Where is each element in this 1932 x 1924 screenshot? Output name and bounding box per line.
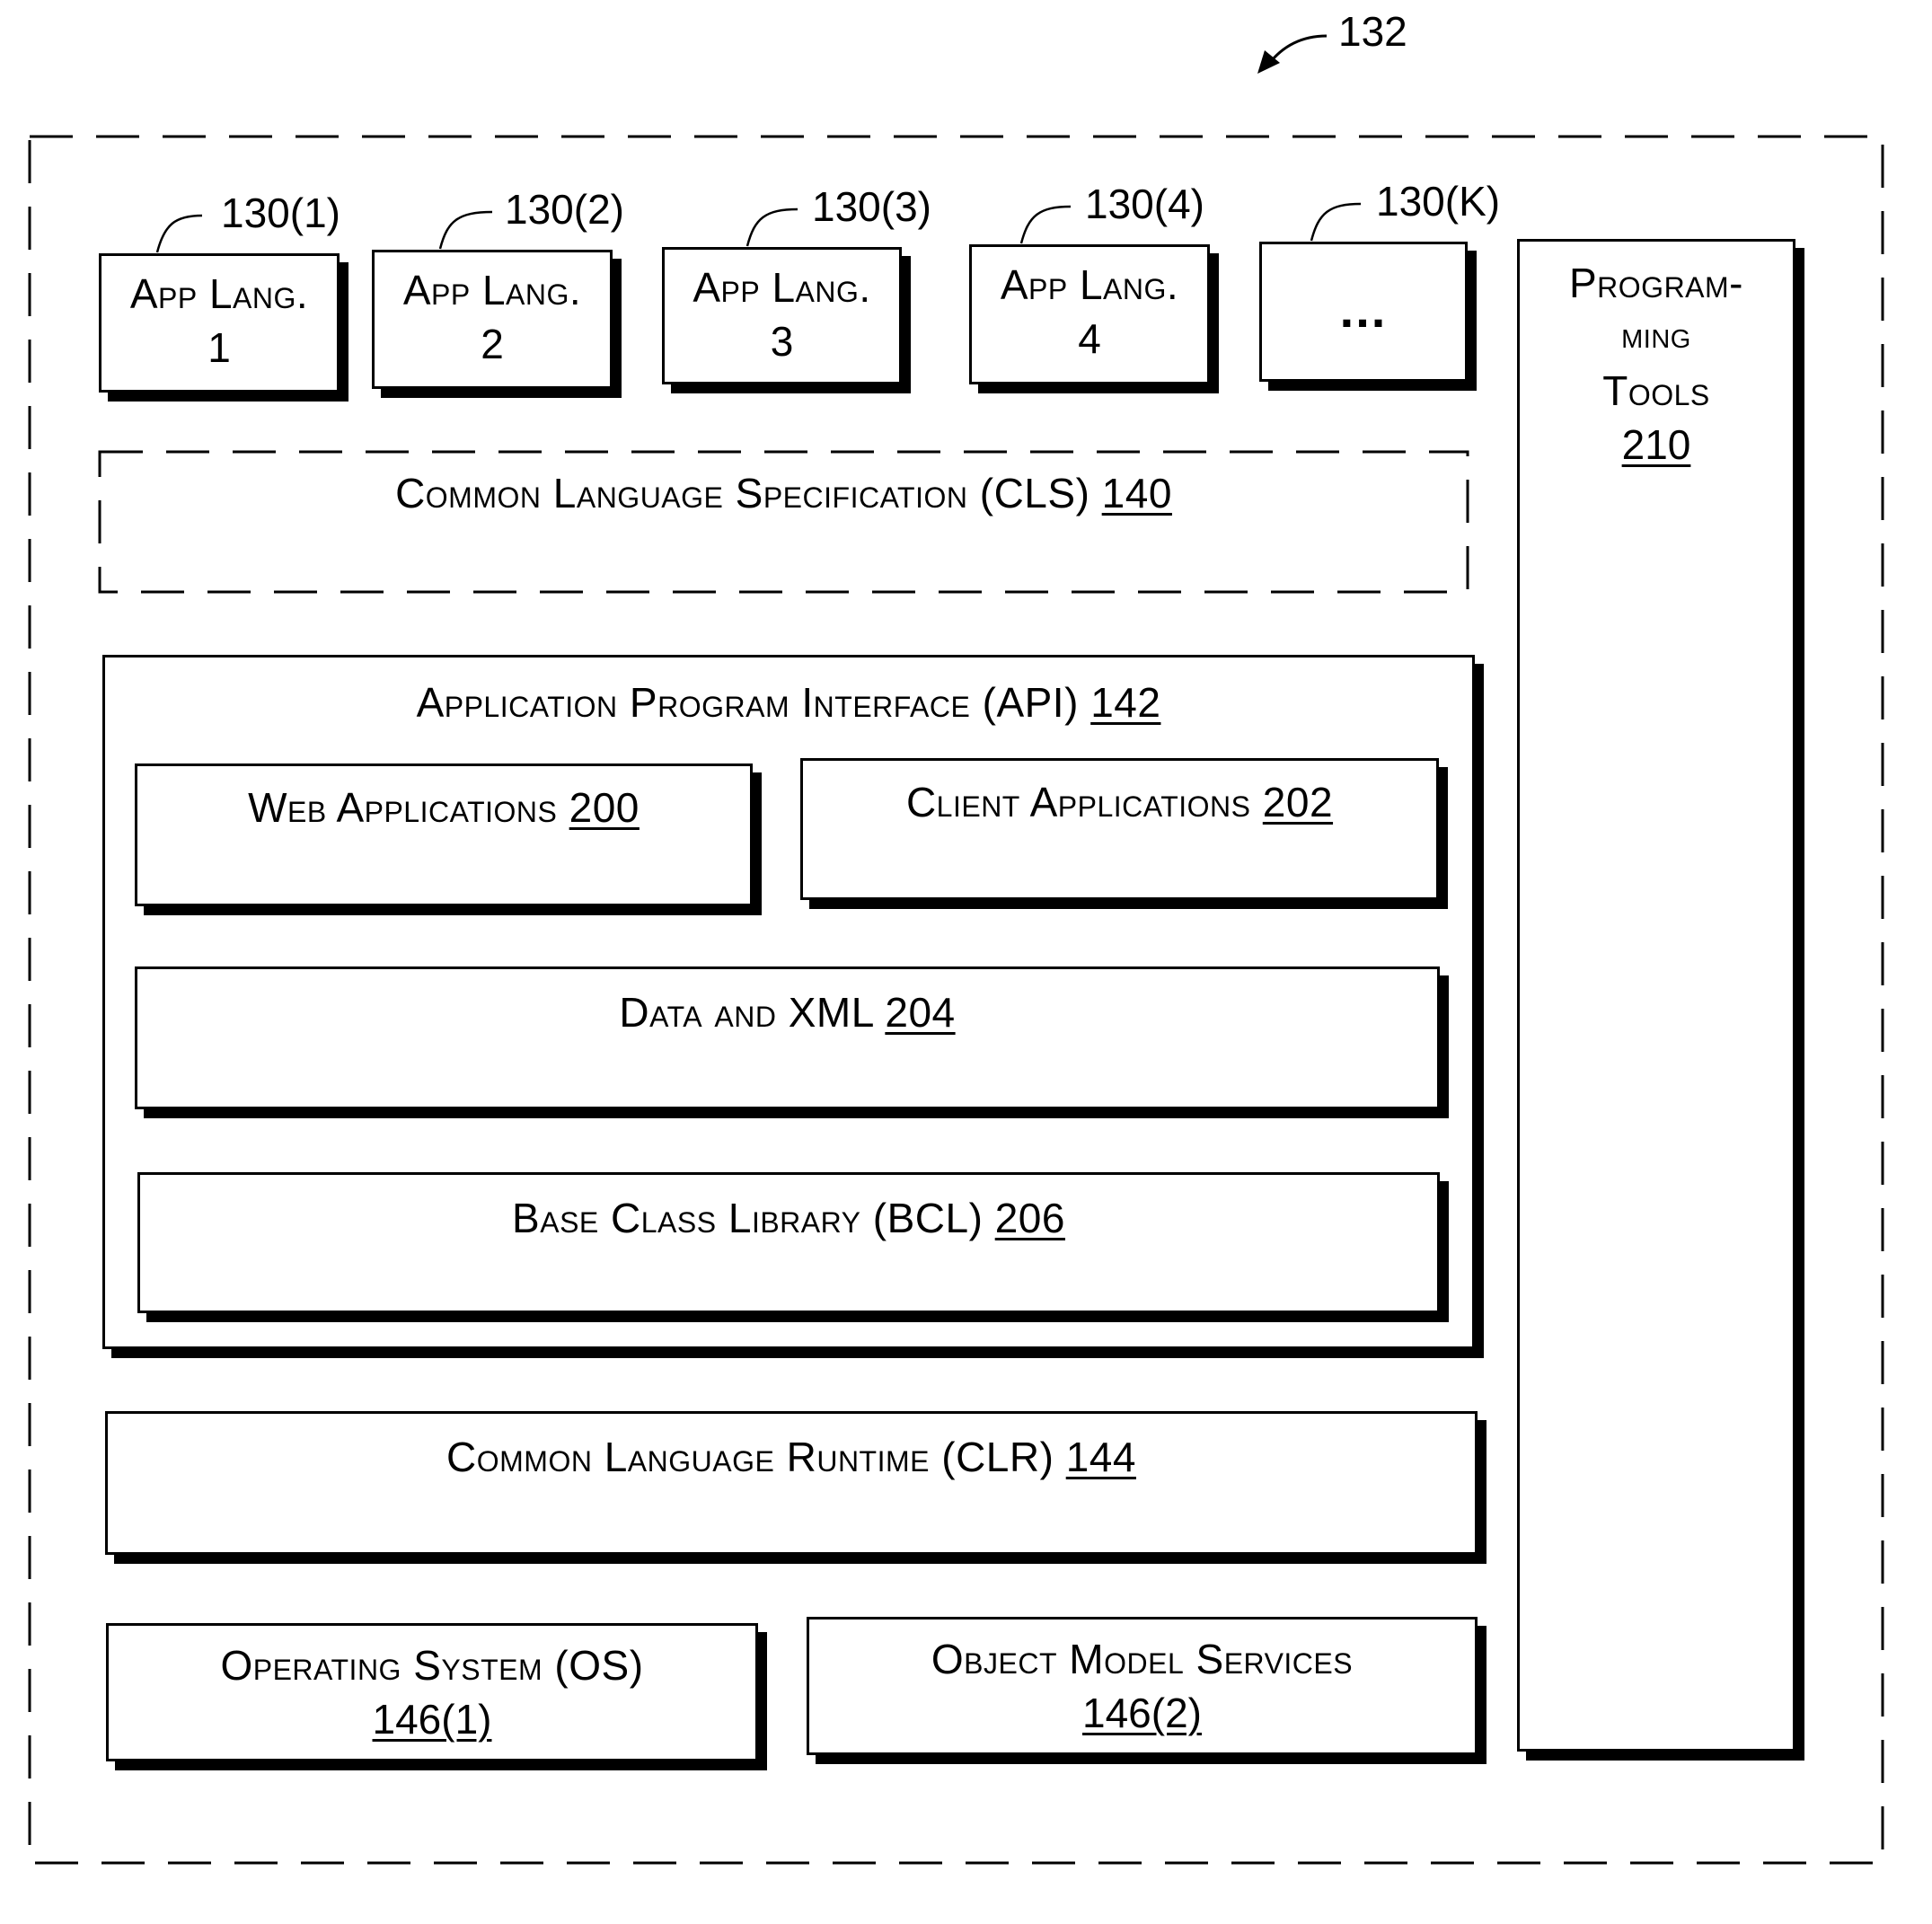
data-xml-ref: 204 [885,989,956,1036]
app-lang-box-2[interactable]: App Lang. 2 [372,250,613,389]
leader-line-130-3 [745,207,798,247]
figure-ref-arrow [1266,34,1328,66]
app-lang-box-4[interactable]: App Lang. 4 [969,244,1210,384]
data-xml-box[interactable]: Data and XML 204 [135,966,1440,1109]
object-model-services-box[interactable]: Object Model Services 146(2) [807,1617,1478,1755]
operating-system-label: Operating System (OS) [220,1642,644,1689]
app-lang-box-number: 3 [770,318,794,365]
object-model-services-label: Object Model Services [931,1636,1354,1682]
api-label: Application Program Interface (API) [416,679,1079,726]
app-lang-box-label: App Lang. [402,267,582,313]
data-xml-label: Data and XML [619,989,874,1036]
web-applications-ref: 200 [569,784,640,831]
clr-label: Common Language Runtime (CLR) [446,1434,1054,1480]
app-lang-box-number: 4 [1078,315,1101,362]
app-lang-box-label: App Lang. [693,264,871,311]
client-applications-box[interactable]: Client Applications 202 [800,758,1439,900]
app-lang-box-1[interactable]: App Lang. 1 [99,253,340,393]
ellipsis-icon: ... [1339,281,1388,338]
app-lang-box-label: App Lang. [1000,261,1179,308]
programming-tools-ref: 210 [1621,421,1691,468]
app-lang-ref-label: 130(1) [221,190,340,236]
app-lang-box-3[interactable]: App Lang. 3 [662,247,902,384]
app-lang-box-label: App Lang. [129,270,309,317]
programming-tools-box[interactable]: Program- ming Tools 210 [1517,239,1795,1752]
cls-region[interactable]: Common Language Specification (CLS) 140 [100,452,1468,592]
operating-system-box[interactable]: Operating System (OS) 146(1) [106,1623,758,1761]
bcl-ref: 206 [994,1195,1065,1241]
programming-tools-line1: Program- [1569,260,1743,306]
cls-ref: 140 [1101,470,1172,516]
app-lang-ref-label: 130(4) [1085,181,1204,227]
operating-system-ref: 146(1) [372,1696,492,1743]
programming-tools-line2: ming [1621,313,1691,356]
programming-tools-line3: Tools [1602,367,1710,414]
web-applications-box[interactable]: Web Applications 200 [135,763,753,906]
leader-line-130-1 [155,214,203,253]
app-lang-ref-label: 130(2) [505,186,624,233]
app-lang-box-number: 1 [207,324,231,371]
app-lang-box-k[interactable]: ... [1259,242,1468,382]
app-lang-ref-label: 130(3) [812,183,931,230]
clr-box[interactable]: Common Language Runtime (CLR) 144 [105,1411,1478,1555]
api-ref: 142 [1090,679,1161,726]
client-applications-label: Client Applications [905,779,1251,825]
leader-line-130-2 [438,210,493,250]
app-lang-box-number: 2 [481,321,504,367]
figure-ref-label: 132 [1338,8,1407,55]
leader-line-130-k [1310,202,1362,242]
bcl-box[interactable]: Base Class Library (BCL) 206 [137,1172,1440,1313]
cls-label: Common Language Specification (CLS) [395,470,1090,516]
bcl-label: Base Class Library (BCL) [512,1195,984,1241]
app-lang-ref-label: 130(K) [1376,178,1501,225]
client-applications-ref: 202 [1262,779,1334,825]
web-applications-label: Web Applications [248,784,558,831]
leader-line-130-4 [1019,205,1072,244]
object-model-services-ref: 146(2) [1082,1690,1202,1736]
clr-ref: 144 [1065,1434,1136,1480]
